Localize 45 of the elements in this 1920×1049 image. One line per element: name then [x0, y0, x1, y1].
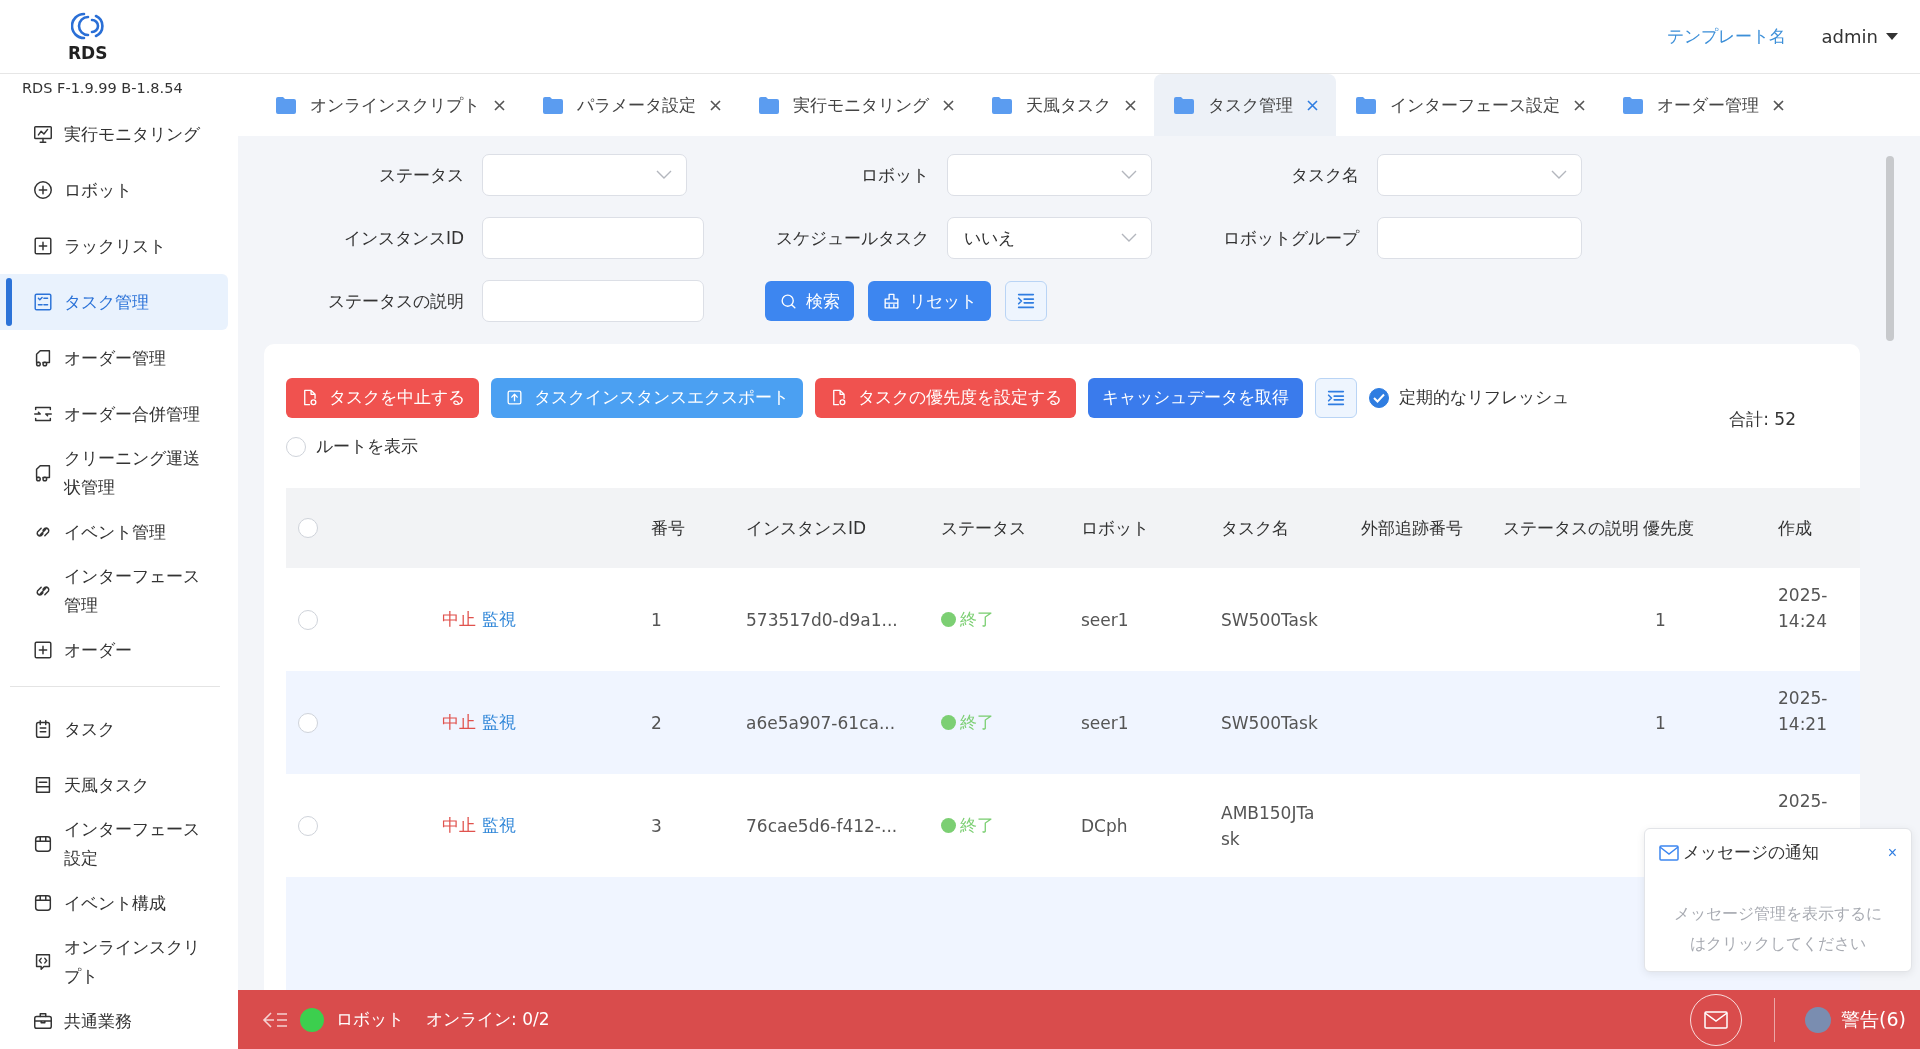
table-cell: DCph	[1081, 815, 1128, 836]
table-cell-text: 2025- 14:24	[1778, 584, 1829, 633]
notification-title: メッセージの通知	[1683, 841, 1819, 864]
status-text: 終了	[960, 814, 994, 837]
column-header: インスタンスID	[746, 517, 867, 538]
column-header: 外部追跡番号	[1361, 517, 1463, 538]
table-cell: seer1	[1081, 609, 1129, 630]
checkbox-label: 定期的なリフレッシュ	[1399, 386, 1569, 409]
checkbox-label: ルートを表示	[316, 435, 418, 458]
table-cell-text: AMB150JTask	[1221, 801, 1316, 851]
status-text: 終了	[960, 608, 994, 631]
logo-text: RDS	[68, 42, 108, 63]
table-cell-text: 2025- 14:21	[1778, 687, 1829, 736]
table-cell-text: 2025-	[1778, 790, 1829, 813]
table-cell: seer1	[1081, 712, 1129, 733]
notification-text: メッセージ管理を表示するにはクリックしてください	[1673, 903, 1883, 955]
table-cell: 1	[651, 609, 662, 630]
table-cell: a6e5a907-61ca...	[746, 712, 896, 733]
field-label: ロボットグループ	[1222, 227, 1359, 250]
column-header: ステータス	[941, 517, 1026, 538]
version-text: RDS F-1.9.99 B-1.8.54	[21, 79, 184, 98]
field-label: スケジュールタスク	[775, 227, 929, 250]
table-cell: 2	[651, 712, 662, 733]
table-cell-text: SW500Task	[1221, 608, 1319, 632]
table-cell: 1	[1655, 712, 1666, 733]
table-cell-text: SW500Task	[1221, 711, 1319, 735]
field-label: インスタンスID	[342, 227, 464, 250]
column-header: ステータスの説明	[1503, 518, 1639, 538]
table-cell: 573517d0-d9a1...	[746, 609, 898, 630]
column-header: ロボット	[1081, 517, 1149, 538]
column-header: 作成	[1778, 517, 1812, 538]
column-header: タスク名	[1221, 517, 1289, 538]
table-cell: 76cae5d6-f412-...	[746, 815, 898, 836]
table-cell: 1	[1655, 609, 1666, 630]
field-label: ロボット	[860, 164, 929, 187]
field-label: ステータスの説明	[327, 290, 464, 313]
field-label: タスク名	[1290, 164, 1359, 187]
robot-label: ロボット	[336, 1008, 404, 1031]
online-count: オンライン: 0/2	[426, 1008, 550, 1031]
status-text: 終了	[960, 711, 994, 734]
total-count: 合計: 52	[1729, 408, 1796, 431]
table-cell: 3	[651, 815, 662, 836]
column-header: 番号	[651, 517, 685, 538]
column-header: 優先度	[1643, 517, 1694, 538]
field-label: ステータス	[378, 164, 464, 187]
